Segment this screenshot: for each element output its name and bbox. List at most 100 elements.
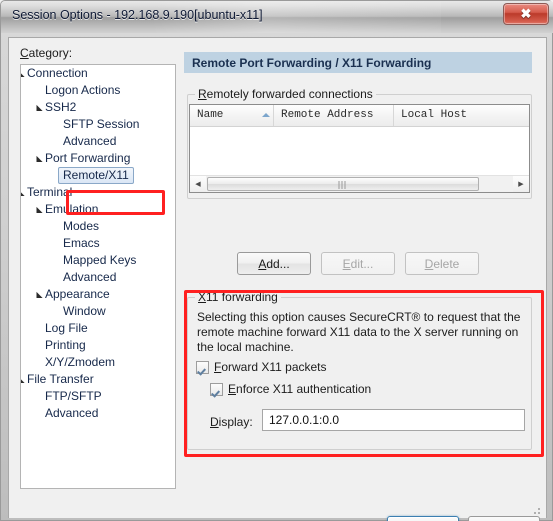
tree-expander-expanded-icon[interactable]: ◢ bbox=[21, 65, 26, 82]
sidebar-item-printing[interactable]: Printing bbox=[21, 337, 175, 354]
ok-button[interactable]: OK bbox=[387, 516, 459, 521]
enforce-x11-authentication-checkbox[interactable] bbox=[210, 382, 223, 396]
list-body-empty[interactable] bbox=[190, 127, 529, 176]
close-button[interactable]: ✖ bbox=[503, 3, 549, 25]
forward-x11-packets-label: Forward X11 packets bbox=[214, 360, 327, 374]
title-bar[interactable]: Session Options - 192.168.9.190[ubuntu-x… bbox=[1, 1, 553, 33]
panel-header: Remote Port Forwarding / X11 Forwarding bbox=[184, 52, 532, 73]
sidebar-item-label: Printing bbox=[45, 338, 86, 352]
scrollbar-thumb[interactable] bbox=[207, 177, 479, 191]
sidebar-item-label: Mapped Keys bbox=[63, 253, 137, 267]
column-header-remote-address[interactable]: Remote Address bbox=[274, 105, 394, 126]
delete-button[interactable]: Delete bbox=[405, 252, 479, 275]
sidebar-item-emulation[interactable]: ◢ Emulation bbox=[21, 201, 175, 218]
sidebar-item-file-transfer[interactable]: ◢File Transfer bbox=[21, 371, 175, 388]
category-label: Category: bbox=[20, 46, 72, 60]
sidebar-item-label: Window bbox=[63, 304, 106, 318]
delete-button-mnemonic: D bbox=[424, 256, 434, 271]
add-button-mnemonic: A bbox=[258, 256, 267, 271]
sidebar-item-mapped-keys[interactable]: Mapped Keys bbox=[21, 252, 175, 269]
sidebar-item-logon-actions[interactable]: Logon Actions bbox=[21, 82, 175, 99]
sidebar-item-ssh2[interactable]: ◢ SSH2 bbox=[21, 99, 175, 116]
sidebar-item-x-y-zmodem[interactable]: X/Y/Zmodem bbox=[21, 354, 175, 371]
enforce-x11-authentication-mnemonic: E bbox=[228, 382, 237, 396]
sidebar-item-advanced[interactable]: Advanced bbox=[21, 133, 175, 150]
tree-expander-expanded-icon[interactable]: ◢ bbox=[35, 150, 44, 167]
sidebar-item-sftp-session[interactable]: SFTP Session bbox=[21, 116, 175, 133]
sidebar-item-label: Log File bbox=[45, 321, 88, 335]
resize-grip-icon[interactable] bbox=[530, 504, 542, 516]
sidebar-item-advanced[interactable]: Advanced bbox=[21, 405, 175, 422]
sidebar-item-label: Advanced bbox=[45, 406, 99, 420]
dialog-client-area: Category: ◢ConnectionLogon Actions◢SSH2S… bbox=[8, 37, 547, 521]
sidebar-item-remote-x11[interactable]: Remote/X11 bbox=[21, 167, 175, 184]
sidebar-item-label: File Transfer bbox=[27, 372, 94, 386]
sidebar-item-ftp-sftp[interactable]: FTP/SFTP bbox=[21, 388, 175, 405]
enforce-x11-authentication-label: Enforce X11 authentication bbox=[228, 382, 371, 396]
sidebar-item-label: Advanced bbox=[63, 270, 117, 284]
column-header-name[interactable]: Name bbox=[190, 105, 274, 126]
sidebar-item-terminal[interactable]: ◢Terminal bbox=[21, 184, 175, 201]
display-input[interactable] bbox=[262, 409, 525, 431]
sidebar-item-label: SFTP Session bbox=[63, 117, 140, 131]
sidebar-item-label: Advanced bbox=[63, 134, 117, 148]
sidebar-item-window[interactable]: Window bbox=[21, 303, 175, 320]
window-frame: Session Options - 192.168.9.190[ubuntu-x… bbox=[0, 0, 553, 521]
sidebar-item-label: X/Y/Zmodem bbox=[45, 355, 116, 369]
scrollbar-grip-icon bbox=[338, 181, 348, 189]
sidebar-item-label: Connection bbox=[27, 66, 88, 80]
horizontal-scrollbar[interactable]: ◀ ▶ bbox=[190, 175, 529, 192]
category-label-rest: ategory: bbox=[28, 46, 73, 60]
forward-x11-packets-checkbox-row[interactable]: Forward X11 packets bbox=[196, 360, 327, 374]
sidebar-item-connection[interactable]: ◢Connection bbox=[21, 65, 175, 82]
sidebar-item-modes[interactable]: Modes bbox=[21, 218, 175, 235]
enforce-x11-authentication-rest: nforce X11 authentication bbox=[236, 382, 372, 396]
enforce-x11-authentication-checkbox-row[interactable]: Enforce X11 authentication bbox=[210, 382, 371, 396]
forward-x11-packets-checkbox[interactable] bbox=[196, 360, 209, 374]
x11-description: Selecting this option causes SecureCRT® … bbox=[197, 310, 521, 354]
session-options-dialog: Session Options - 192.168.9.190[ubuntu-x… bbox=[0, 0, 553, 521]
sidebar-item-label: Emacs bbox=[63, 236, 100, 250]
sidebar-item-appearance[interactable]: ◢ Appearance bbox=[21, 286, 175, 303]
add-button-label: dd... bbox=[266, 256, 290, 271]
close-icon: ✖ bbox=[520, 6, 532, 21]
tree-expander-expanded-icon[interactable]: ◢ bbox=[35, 286, 44, 303]
sidebar-item-label: Logon Actions bbox=[45, 83, 121, 97]
connections-group-title-mnemonic: R bbox=[198, 87, 207, 101]
tree-expander-expanded-icon[interactable]: ◢ bbox=[21, 184, 26, 201]
edit-button-mnemonic: E bbox=[342, 256, 351, 271]
edit-button[interactable]: Edit... bbox=[321, 252, 395, 275]
window-title: Session Options - 192.168.9.190[ubuntu-x… bbox=[12, 8, 263, 22]
scroll-left-arrow-icon[interactable]: ◀ bbox=[190, 176, 206, 192]
connections-group-title: Remotely forwarded connections bbox=[195, 87, 376, 101]
forward-x11-packets-rest: orward X11 packets bbox=[221, 360, 327, 374]
sidebar-item-label: Modes bbox=[63, 219, 100, 233]
sidebar-item-label: FTP/SFTP bbox=[45, 389, 102, 403]
column-header-local-host[interactable]: Local Host bbox=[394, 105, 529, 126]
display-label-rest: isplay: bbox=[218, 415, 253, 429]
sidebar-item-advanced[interactable]: Advanced bbox=[21, 269, 175, 286]
column-header-local-host-label: Local Host bbox=[401, 109, 468, 121]
tree-expander-expanded-icon[interactable]: ◢ bbox=[35, 99, 44, 116]
delete-button-label: elete bbox=[433, 256, 460, 271]
x11-group-title: X11 forwarding bbox=[195, 290, 281, 304]
sidebar-item-port-forwarding[interactable]: ◢ Port Forwarding bbox=[21, 150, 175, 167]
connections-list[interactable]: Name Remote Address Local Host ◀ ▶ bbox=[189, 104, 530, 193]
tree-expander-expanded-icon[interactable]: ◢ bbox=[21, 371, 26, 388]
sidebar-item-label: Terminal bbox=[27, 185, 73, 199]
sort-ascending-icon bbox=[262, 113, 270, 117]
sidebar-item-label: Appearance bbox=[45, 287, 110, 301]
sidebar-item-label: Remote/X11 bbox=[58, 167, 134, 184]
x11-group-title-rest: 11 forwarding bbox=[206, 290, 278, 304]
sidebar-item-log-file[interactable]: Log File bbox=[21, 320, 175, 337]
sidebar-item-emacs[interactable]: Emacs bbox=[21, 235, 175, 252]
sidebar-item-label: Port Forwarding bbox=[45, 151, 131, 165]
scroll-right-arrow-icon[interactable]: ▶ bbox=[513, 176, 529, 192]
x11-group-title-mnemonic: X bbox=[198, 290, 207, 304]
cancel-button[interactable]: Cancel bbox=[468, 516, 540, 521]
category-tree[interactable]: ◢ConnectionLogon Actions◢SSH2SFTP Sessio… bbox=[20, 64, 176, 489]
add-button[interactable]: Add... bbox=[237, 252, 311, 275]
tree-expander-expanded-icon[interactable]: ◢ bbox=[35, 201, 44, 218]
edit-button-label: dit... bbox=[350, 256, 374, 271]
connections-group-title-rest: emotely forwarded connections bbox=[206, 87, 373, 101]
